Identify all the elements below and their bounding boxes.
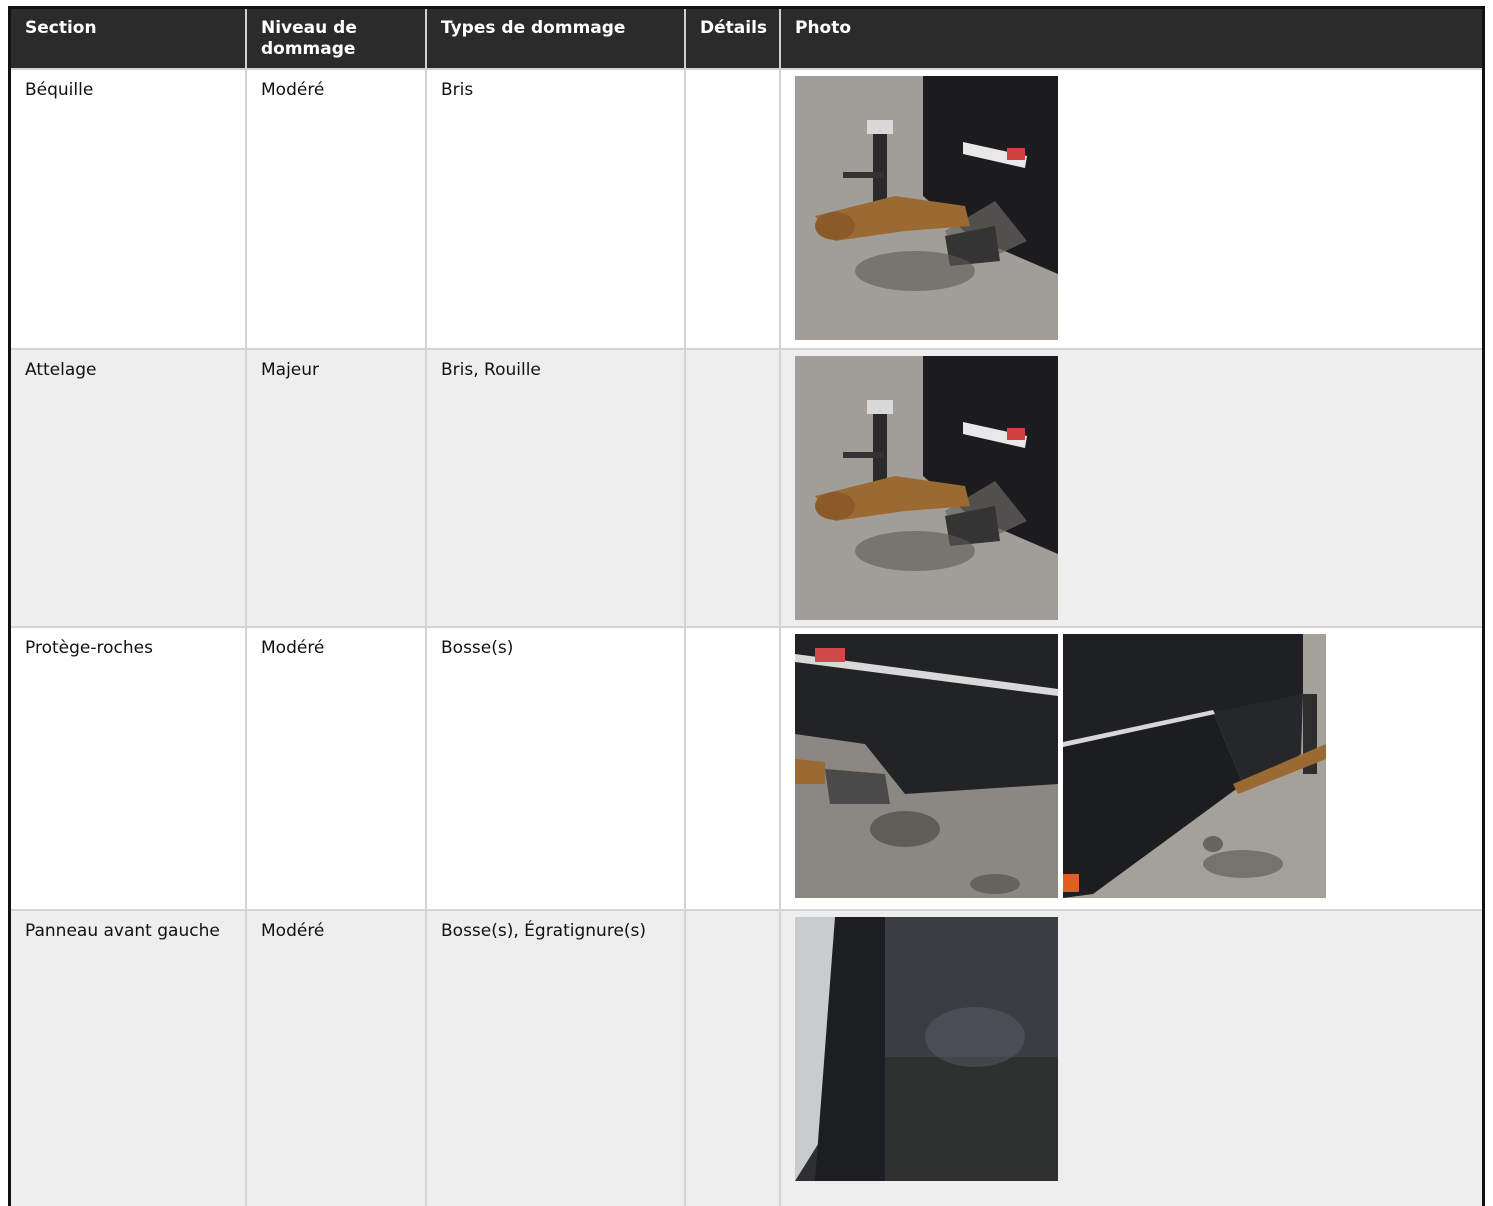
cell-photo	[780, 909, 1482, 1206]
cell-photo	[780, 626, 1482, 910]
cell-section: Attelage	[11, 348, 247, 627]
cell-details	[685, 626, 781, 910]
cell-types: Bris, Rouille	[426, 348, 686, 627]
cell-niveau: Modéré	[246, 68, 427, 349]
header-details: Détails	[685, 9, 781, 69]
header-section: Section	[11, 9, 247, 69]
table-row: Protège-roches Modéré Bosse(s)	[11, 626, 1482, 910]
cell-details	[685, 68, 781, 349]
cell-photo	[780, 68, 1482, 349]
table-row: Béquille Modéré Bris	[11, 68, 1482, 349]
header-photo: Photo	[780, 9, 1482, 69]
header-types: Types de dommage	[426, 9, 686, 69]
cell-details	[685, 348, 781, 627]
cell-types: Bosse(s)	[426, 626, 686, 910]
rock-guard-photo-2[interactable]	[1063, 634, 1326, 898]
trailer-jack-hitch-photo[interactable]	[795, 76, 1058, 340]
cell-niveau: Modéré	[246, 909, 427, 1206]
damage-report-frame: Section Niveau de dommage Types de domma…	[8, 6, 1485, 1206]
cell-details	[685, 909, 781, 1206]
cell-types: Bosse(s), Égratignure(s)	[426, 909, 686, 1206]
cell-niveau: Modéré	[246, 626, 427, 910]
cell-types: Bris	[426, 68, 686, 349]
header-niveau: Niveau de dommage	[246, 9, 427, 69]
rock-guard-photo-1[interactable]	[795, 634, 1058, 898]
cell-section: Panneau avant gauche	[11, 909, 247, 1206]
table-row: Attelage Majeur Bris, Rouille	[11, 348, 1482, 627]
cell-section: Protège-roches	[11, 626, 247, 910]
damage-table: Section Niveau de dommage Types de domma…	[11, 9, 1482, 1206]
cell-niveau: Majeur	[246, 348, 427, 627]
cell-section: Béquille	[11, 68, 247, 349]
table-row: Panneau avant gauche Modéré Bosse(s), Ég…	[11, 909, 1482, 1206]
front-left-panel-photo[interactable]	[795, 917, 1058, 1181]
table-header-row: Section Niveau de dommage Types de domma…	[11, 9, 1482, 69]
trailer-jack-hitch-photo[interactable]	[795, 356, 1058, 620]
cell-photo	[780, 348, 1482, 627]
